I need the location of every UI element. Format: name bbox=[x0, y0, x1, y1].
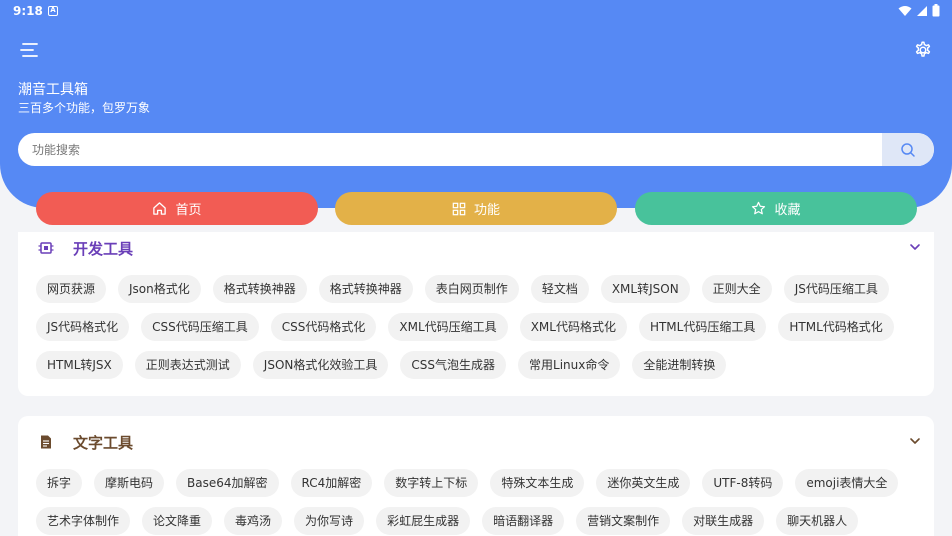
tool-chip[interactable]: 格式转换神器 bbox=[318, 275, 413, 303]
tool-chip[interactable]: 对联生成器 bbox=[682, 507, 765, 535]
tool-chip[interactable]: emoji表情大全 bbox=[795, 469, 899, 497]
tool-chip[interactable]: 论文降重 bbox=[142, 507, 213, 535]
tool-chip[interactable]: 摩斯电码 bbox=[94, 469, 165, 497]
search-button[interactable] bbox=[882, 133, 934, 166]
gear-icon bbox=[915, 41, 931, 57]
tool-chip[interactable]: HTML转JSX bbox=[36, 351, 123, 379]
tool-chip[interactable]: 彩虹屁生成器 bbox=[376, 507, 471, 535]
nav-home-button[interactable]: 首页 bbox=[36, 192, 318, 225]
home-icon bbox=[153, 202, 167, 215]
header: 9:18 A 潮音工具箱 三百多个功能，包罗万象 bbox=[0, 0, 952, 208]
tool-chip[interactable]: XML代码格式化 bbox=[519, 313, 627, 341]
menu-icon bbox=[20, 43, 38, 57]
chip-list: 拆字 摩斯电码 Base64加解密 RC4加解密 数字转上下标 特殊文本生成 迷… bbox=[36, 469, 920, 535]
grid-icon bbox=[452, 202, 466, 215]
chip-icon bbox=[38, 242, 54, 254]
section-title: 开发工具 bbox=[73, 240, 134, 258]
nav-favorites-button[interactable]: 收藏 bbox=[635, 192, 917, 225]
star-icon bbox=[752, 201, 766, 215]
tool-chip[interactable]: HTML代码压缩工具 bbox=[638, 313, 767, 341]
search-input[interactable] bbox=[18, 133, 882, 166]
tool-chip[interactable]: CSS代码压缩工具 bbox=[141, 313, 259, 341]
menu-button[interactable] bbox=[18, 40, 40, 60]
tool-chip[interactable]: 网页获源 bbox=[36, 275, 107, 303]
tool-chip[interactable]: Json格式化 bbox=[118, 275, 201, 303]
tool-chip[interactable]: 全能进制转换 bbox=[632, 351, 727, 379]
nav-functions-button[interactable]: 功能 bbox=[335, 192, 617, 225]
tool-chip[interactable]: 数字转上下标 bbox=[384, 469, 479, 497]
tool-chip[interactable]: CSS代码格式化 bbox=[270, 313, 377, 341]
tool-chip[interactable]: Base64加解密 bbox=[176, 469, 279, 497]
chevron-down-icon[interactable] bbox=[908, 240, 922, 254]
search-icon bbox=[901, 142, 915, 157]
tool-chip[interactable]: 营销文案制作 bbox=[576, 507, 671, 535]
tool-chip[interactable]: 正则表达式测试 bbox=[134, 351, 241, 379]
tool-chip[interactable]: JS代码格式化 bbox=[36, 313, 130, 341]
signal-icon bbox=[917, 5, 927, 16]
section-header[interactable]: 文字工具 bbox=[18, 426, 934, 458]
tool-chip[interactable]: CSS气泡生成器 bbox=[400, 351, 507, 379]
tool-chip[interactable]: 格式转换神器 bbox=[212, 275, 307, 303]
wifi-icon bbox=[898, 5, 912, 16]
nav-functions-label: 功能 bbox=[473, 203, 500, 218]
tool-chip[interactable]: 聊天机器人 bbox=[776, 507, 859, 535]
tool-chip[interactable]: JS代码压缩工具 bbox=[783, 275, 889, 303]
status-time: 9:18 bbox=[13, 4, 43, 18]
tool-chip[interactable]: 特殊文本生成 bbox=[490, 469, 585, 497]
settings-button[interactable] bbox=[912, 39, 934, 61]
chip-list: 网页获源 Json格式化 格式转换神器 格式转换神器 表白网页制作 轻文档 XM… bbox=[36, 275, 920, 379]
chevron-down-icon[interactable] bbox=[908, 434, 922, 448]
app-subtitle: 三百多个功能，包罗万象 bbox=[18, 101, 151, 115]
nav-favorites-label: 收藏 bbox=[774, 203, 801, 218]
section-header[interactable]: 开发工具 bbox=[18, 232, 934, 264]
section-title: 文字工具 bbox=[73, 434, 134, 452]
tool-chip[interactable]: XML转JSON bbox=[600, 275, 690, 303]
tool-chip[interactable]: RC4加解密 bbox=[290, 469, 373, 497]
search-bar bbox=[18, 133, 934, 166]
app-title: 潮音工具箱 bbox=[18, 82, 88, 98]
notification-icon: A bbox=[48, 6, 58, 16]
tool-chip[interactable]: 表白网页制作 bbox=[424, 275, 519, 303]
section-dev-tools: 开发工具 网页获源 Json格式化 格式转换神器 格式转换神器 表白网页制作 轻… bbox=[18, 232, 934, 396]
tool-chip[interactable]: UTF-8转码 bbox=[702, 469, 784, 497]
tool-chip[interactable]: 为你写诗 bbox=[294, 507, 365, 535]
nav-home-label: 首页 bbox=[175, 203, 202, 218]
tool-chip[interactable]: 暗语翻译器 bbox=[482, 507, 565, 535]
battery-icon bbox=[932, 4, 940, 17]
status-icons bbox=[898, 4, 940, 17]
document-icon bbox=[41, 435, 51, 449]
tool-chip[interactable]: 常用Linux命令 bbox=[518, 351, 621, 379]
tool-chip[interactable]: 迷你英文生成 bbox=[596, 469, 691, 497]
tool-chip[interactable]: 正则大全 bbox=[701, 275, 772, 303]
tool-chip[interactable]: 艺术字体制作 bbox=[36, 507, 131, 535]
tool-chip[interactable]: 毒鸡汤 bbox=[224, 507, 283, 535]
section-text-tools: 文字工具 拆字 摩斯电码 Base64加解密 RC4加解密 数字转上下标 特殊文… bbox=[18, 416, 934, 536]
tool-chip[interactable]: 轻文档 bbox=[530, 275, 589, 303]
tool-chip[interactable]: HTML代码格式化 bbox=[778, 313, 894, 341]
tool-chip[interactable]: 拆字 bbox=[36, 469, 83, 497]
tool-chip[interactable]: XML代码压缩工具 bbox=[388, 313, 508, 341]
status-bar: 9:18 A bbox=[0, 0, 952, 24]
tool-chip[interactable]: JSON格式化效验工具 bbox=[252, 351, 389, 379]
